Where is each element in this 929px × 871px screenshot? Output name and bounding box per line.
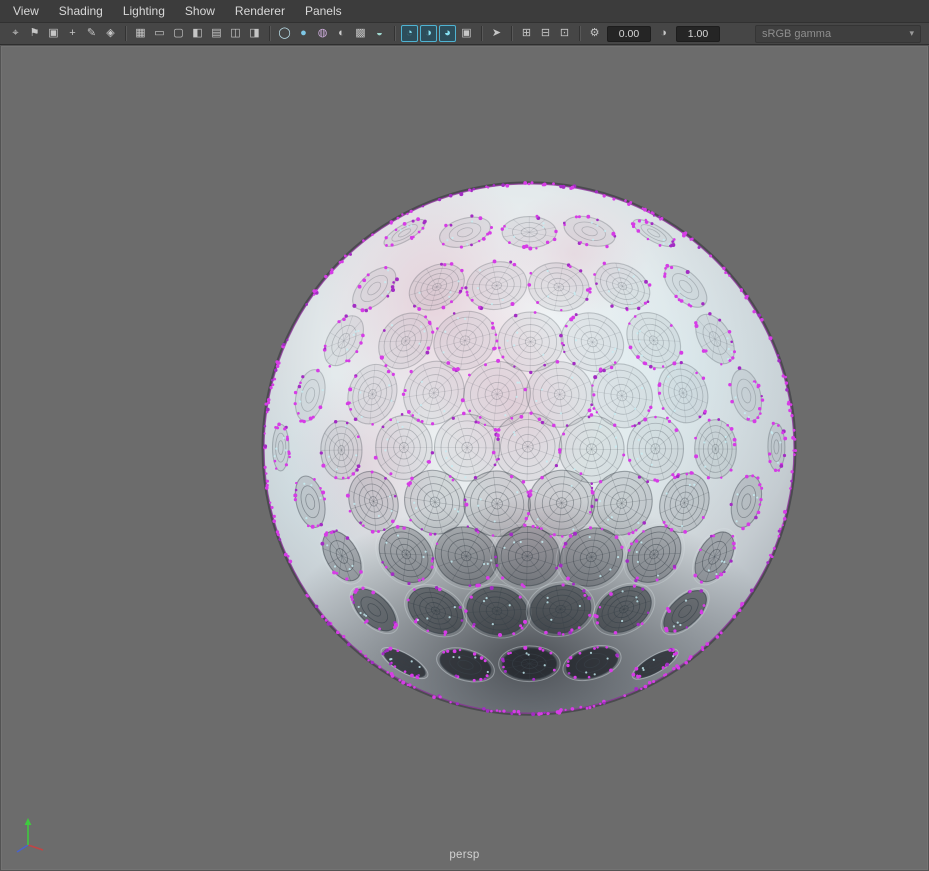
ambient-occlusion-icon[interactable]: ◕: [439, 25, 456, 42]
menu-show[interactable]: Show: [176, 2, 224, 20]
select-tool-icon[interactable]: ➤: [488, 25, 505, 42]
resolution-gate-icon[interactable]: ▢: [170, 25, 187, 42]
grid-icon[interactable]: ▦: [132, 25, 149, 42]
y-axis-arrowhead: [25, 818, 32, 825]
toolbar-divider: [394, 26, 395, 41]
view-transform-select[interactable]: sRGB gamma▾: [755, 25, 921, 43]
menu-shading[interactable]: Shading: [50, 2, 112, 20]
duplicate-icon[interactable]: ⊞: [518, 25, 535, 42]
color-checker-icon[interactable]: ▩: [352, 25, 369, 42]
exposure-icon[interactable]: ⚙: [586, 25, 603, 42]
select-by-name-icon[interactable]: ⌖: [7, 25, 24, 42]
grease-pencil-icon[interactable]: ✎: [83, 25, 100, 42]
snap-icon[interactable]: ◈: [102, 25, 119, 42]
toolbar-divider: [481, 26, 482, 41]
camera-label: persp: [0, 849, 929, 861]
safe-title-icon[interactable]: ◨: [246, 25, 263, 42]
view-transform-value: sRGB gamma: [762, 28, 909, 40]
anti-alias-icon[interactable]: ▣: [458, 25, 475, 42]
menu-renderer[interactable]: Renderer: [226, 2, 294, 20]
2d-pan-zoom-icon[interactable]: +: [64, 25, 81, 42]
menu-lighting[interactable]: Lighting: [114, 2, 174, 20]
menu-view[interactable]: View: [4, 2, 48, 20]
maya-panel-window: ViewShadingLightingShowRendererPanels ⌖⚑…: [0, 0, 929, 871]
gamma-icon[interactable]: ◑: [655, 25, 672, 42]
textured-icon[interactable]: ◍: [314, 25, 331, 42]
toolbar-divider: [579, 26, 580, 41]
x-ray-icon[interactable]: ◒: [371, 25, 388, 42]
bookmark-icon[interactable]: ⚑: [26, 25, 43, 42]
shadows-icon[interactable]: ◑: [420, 25, 437, 42]
exposure-field[interactable]: 0.00: [607, 26, 651, 42]
use-default-material-icon[interactable]: ◐: [333, 25, 350, 42]
menu-panels[interactable]: Panels: [296, 2, 351, 20]
toolbar-divider: [269, 26, 270, 41]
panel-menu-bar: ViewShadingLightingShowRendererPanels: [0, 0, 929, 23]
sphere-mesh: [0, 45, 929, 871]
gamma-field[interactable]: 1.00: [676, 26, 720, 42]
panel-toolbar: ⌖⚑▣+✎◈▦▭▢◧▤◫◨◯●◍◐▩◒◔◑◕▣➤⊞⊟⊡⚙0.00◑1.00sRG…: [0, 23, 929, 45]
image-plane-icon[interactable]: ▣: [45, 25, 62, 42]
snapshot-icon[interactable]: ⊡: [556, 25, 573, 42]
safe-action-icon[interactable]: ◫: [227, 25, 244, 42]
field-chart-icon[interactable]: ▤: [208, 25, 225, 42]
smooth-shade-all-icon[interactable]: ●: [295, 25, 312, 42]
paste-icon[interactable]: ⊟: [537, 25, 554, 42]
toolbar-divider: [125, 26, 126, 41]
chevron-down-icon: ▾: [909, 28, 914, 39]
toolbar-divider: [511, 26, 512, 41]
viewport[interactable]: persp: [0, 45, 929, 871]
film-gate-icon[interactable]: ▭: [151, 25, 168, 42]
gate-mask-icon[interactable]: ◧: [189, 25, 206, 42]
lighting-icon[interactable]: ◔: [401, 25, 418, 42]
wireframe-icon[interactable]: ◯: [276, 25, 293, 42]
